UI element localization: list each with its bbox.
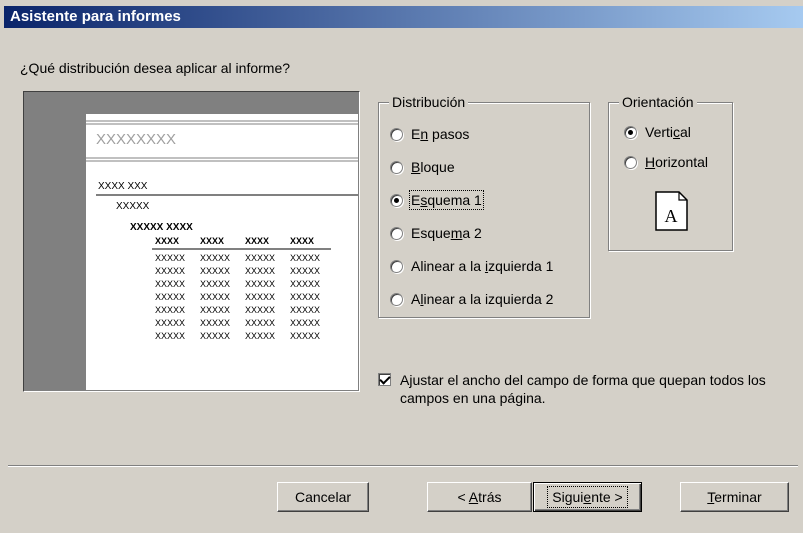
preview-cell: XXXXX	[245, 292, 275, 302]
preview-col-header: XXXX	[155, 236, 179, 246]
document-orientation-icon: A	[655, 191, 688, 231]
distribucion-option-4[interactable]: Esquema 2	[390, 225, 482, 241]
radio-label: Bloque	[411, 159, 455, 175]
preview-drawing: XXXXXXXX XXXX XXX XXXXX XXXXX XXXX XXXX X…	[86, 120, 358, 341]
preview-report-title: XXXXXXXX	[96, 131, 176, 148]
preview-cell: XXXXX	[200, 279, 230, 289]
ajustar-checkbox[interactable]	[378, 373, 391, 386]
preview-col-header: XXXX	[200, 236, 224, 246]
orientacion-legend: Orientación	[619, 94, 697, 110]
radio-indicator[interactable]	[624, 155, 637, 169]
preview-cell: XXXXX	[245, 266, 275, 276]
preview-cell: XXXXX	[245, 305, 275, 315]
layout-preview: XXXXXXXX XXXX XXX XXXXX XXXXX XXXX XXXX X…	[23, 91, 360, 392]
radio-label: Horizontal	[645, 154, 709, 170]
preview-cell: XXXXX	[245, 318, 275, 328]
distribucion-option-5[interactable]: Alinear a la izquierda 1	[390, 258, 553, 274]
orientacion-option-2[interactable]: Horizontal	[624, 154, 708, 170]
window-title: Asistente para informes	[10, 8, 181, 25]
cancel-button[interactable]: Cancelar	[277, 482, 369, 512]
radio-label: Alinear a la izquierda 2	[411, 291, 554, 307]
orientation-letter: A	[665, 206, 678, 226]
preview-cell: XXXXX	[200, 331, 230, 341]
radio-label: En pasos	[411, 126, 470, 142]
distribucion-option-1[interactable]: En pasos	[390, 126, 469, 142]
preview-cell: XXXXX	[200, 266, 230, 276]
preview-cell: XXXXX	[290, 318, 320, 328]
preview-cell: XXXXX	[290, 266, 320, 276]
preview-cell: XXXXX	[290, 292, 320, 302]
radio-label: Vertical	[645, 124, 691, 140]
preview-cell: XXXXX	[245, 253, 275, 263]
radio-label: Alinear a la izquierda 1	[411, 258, 554, 274]
title-bar: Asistente para informes	[4, 6, 803, 28]
radio-indicator[interactable]	[390, 160, 403, 174]
radio-indicator[interactable]	[390, 292, 403, 306]
preview-cell: XXXXX	[245, 279, 275, 289]
radio-label: Esquema 2	[411, 225, 482, 241]
preview-cell: XXXXX	[200, 253, 230, 263]
preview-cell: XXXXX	[290, 305, 320, 315]
preview-col-header: XXXX	[245, 236, 269, 246]
preview-cell: XXXXX	[200, 318, 230, 328]
preview-cell: XXXXX	[290, 279, 320, 289]
next-button[interactable]: Siguiente >	[533, 482, 642, 512]
distribucion-option-6[interactable]: Alinear a la izquierda 2	[390, 291, 553, 307]
radio-indicator[interactable]	[390, 127, 403, 141]
distribucion-option-2[interactable]: Bloque	[390, 159, 455, 175]
preview-cell: XXXXX	[200, 305, 230, 315]
preview-group1: XXXX XXX	[98, 181, 148, 192]
preview-col-header: XXXX	[290, 236, 314, 246]
orientacion-option-1[interactable]: Vertical	[624, 124, 691, 140]
preview-cell: XXXXX	[155, 318, 185, 328]
distribucion-option-3[interactable]: Esquema 1	[390, 190, 484, 210]
preview-cell: XXXXX	[155, 279, 185, 289]
preview-cell: XXXXX	[155, 253, 185, 263]
preview-cell: XXXXX	[290, 253, 320, 263]
preview-cell: XXXXX	[245, 331, 275, 341]
preview-cell: XXXXX	[290, 331, 320, 341]
radio-indicator[interactable]	[390, 259, 403, 273]
layout-question: ¿Qué distribución desea aplicar al infor…	[20, 60, 291, 76]
radio-indicator[interactable]	[390, 226, 403, 240]
back-button[interactable]: < Atrás	[427, 482, 532, 512]
preview-group3: XXXXX XXXX	[130, 222, 193, 233]
radio-indicator[interactable]	[390, 193, 403, 207]
radio-indicator[interactable]	[624, 125, 637, 139]
preview-group2: XXXXX	[116, 201, 150, 212]
preview-cell: XXXXX	[155, 305, 185, 315]
preview-cell: XXXXX	[155, 292, 185, 302]
finish-button[interactable]: Terminar	[680, 482, 789, 512]
preview-cell: XXXXX	[155, 266, 185, 276]
distribucion-legend: Distribución	[389, 94, 469, 110]
preview-cell: XXXXX	[200, 292, 230, 302]
radio-label: Esquema 1	[409, 190, 484, 210]
preview-cell: XXXXX	[155, 331, 185, 341]
separator	[8, 465, 798, 467]
ajustar-label[interactable]: Ajustar el ancho del campo de forma que …	[400, 371, 790, 407]
